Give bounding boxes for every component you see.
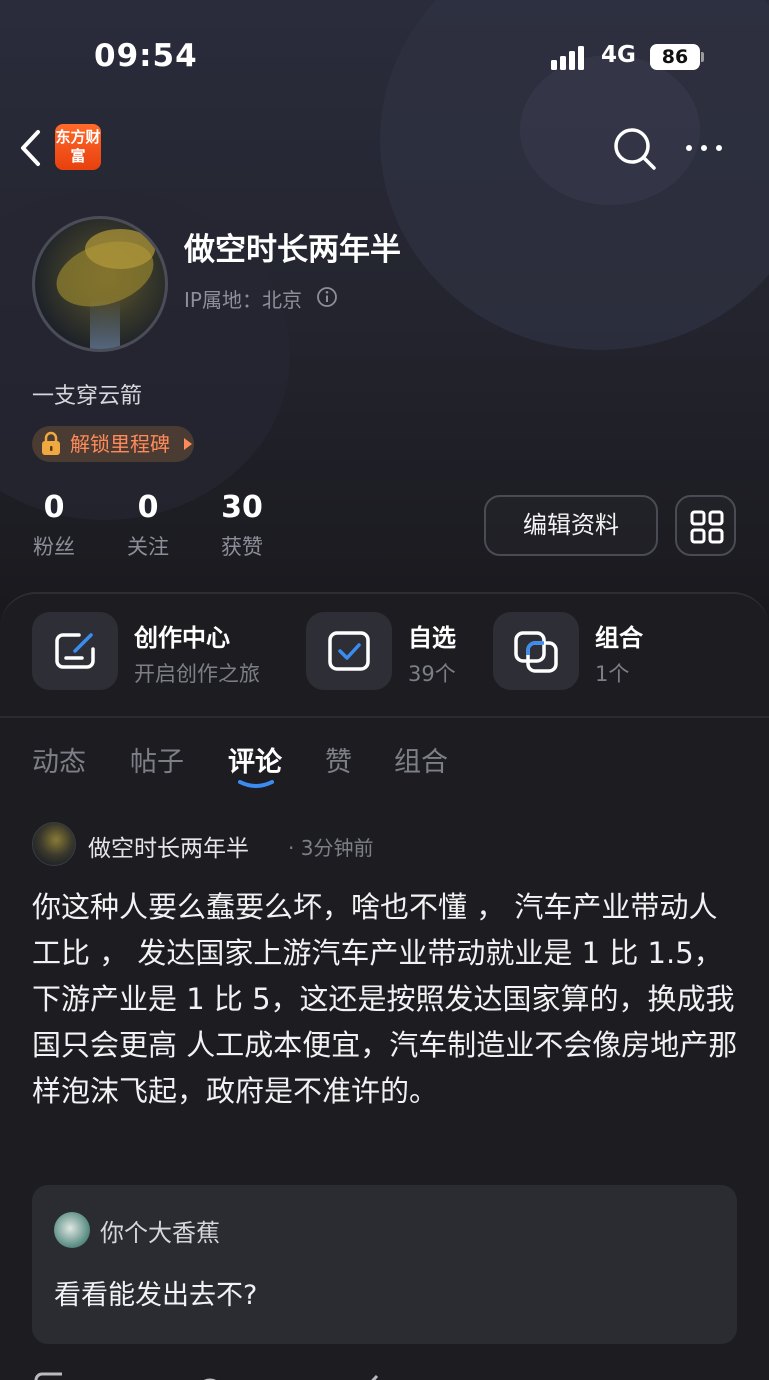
status-time: 09:54 [94,38,198,74]
comment-text[interactable]: 你这种人要么蠢要么坏，啥也不懂 ， 汽车产业带动人工比 ， 发达国家上游汽车产业… [32,884,740,1114]
stat-label: 关注 [127,535,169,559]
battery-tip [701,52,704,62]
ip-location: IP属地：北京 [184,288,302,312]
card-subtitle: 开启创作之旅 [134,662,260,686]
divider [0,716,769,718]
comment-time: · 3分钟前 [288,836,374,860]
portfolio-icon [514,631,558,673]
quoted-post[interactable]: 你个大香蕉 看看能发出去不? [32,1185,737,1344]
edit-icon [55,633,95,669]
stat-value: 30 [221,490,263,525]
profile-name: 做空时长两年半 [184,232,401,268]
card-title: 自选 [408,624,456,652]
stat-value: 0 [43,490,65,525]
avatar[interactable] [32,216,168,352]
quoted-author: 你个大香蕉 [100,1219,220,1247]
more-options-icon[interactable] [684,140,724,156]
comment-actions-row[interactable] [32,1366,632,1380]
stat-label: 获赞 [221,535,263,559]
card-title: 创作中心 [134,624,230,652]
stat-label: 粉丝 [33,535,75,559]
lock-icon [42,431,60,455]
quoted-avatar [54,1212,90,1248]
profile-bio: 一支穿云箭 [32,384,143,409]
card-subtitle: 1个 [595,662,630,686]
stat-followers[interactable]: 0 粉丝 [14,490,94,561]
tab-portfolio[interactable]: 组合 [394,740,448,779]
signal-icon [551,44,591,70]
stat-following[interactable]: 0 关注 [108,490,188,561]
tab-indicator [238,780,274,788]
stat-likes[interactable]: 30 获赞 [202,490,282,561]
decorative-blob [520,55,700,205]
card-icon-box [32,612,118,690]
card-subtitle: 39个 [408,662,456,686]
qr-code-button[interactable] [675,495,736,556]
stat-value: 0 [137,490,159,525]
app-logo: 东方财富 [55,124,101,170]
card-title: 组合 [595,624,643,652]
edit-profile-button[interactable]: 编辑资料 [484,495,658,556]
chevron-right-icon [184,438,192,450]
tab-activity[interactable]: 动态 [32,740,86,779]
tab-comments[interactable]: 评论 [228,740,282,779]
milestone-label: 解锁里程碑 [70,432,170,456]
qr-code-icon [690,510,724,544]
comment-avatar[interactable] [32,822,76,866]
tab-likes[interactable]: 赞 [325,740,352,779]
tab-posts[interactable]: 帖子 [130,740,184,779]
search-icon[interactable] [612,126,658,172]
comment-author[interactable]: 做空时长两年半 [88,829,249,863]
back-arrow-icon[interactable] [18,128,46,168]
profile-page: 09:54 4G 86 东方财富 做空时长两年半 IP属地：北京 一支穿云箭 解… [0,0,769,1380]
card-icon-box [306,612,392,690]
checkbox-icon [328,631,370,671]
network-type: 4G [601,42,636,68]
card-icon-box [493,612,579,690]
battery-icon: 86 [650,44,700,70]
quoted-text: 看看能发出去不? [54,1280,258,1311]
info-icon[interactable] [316,286,338,308]
